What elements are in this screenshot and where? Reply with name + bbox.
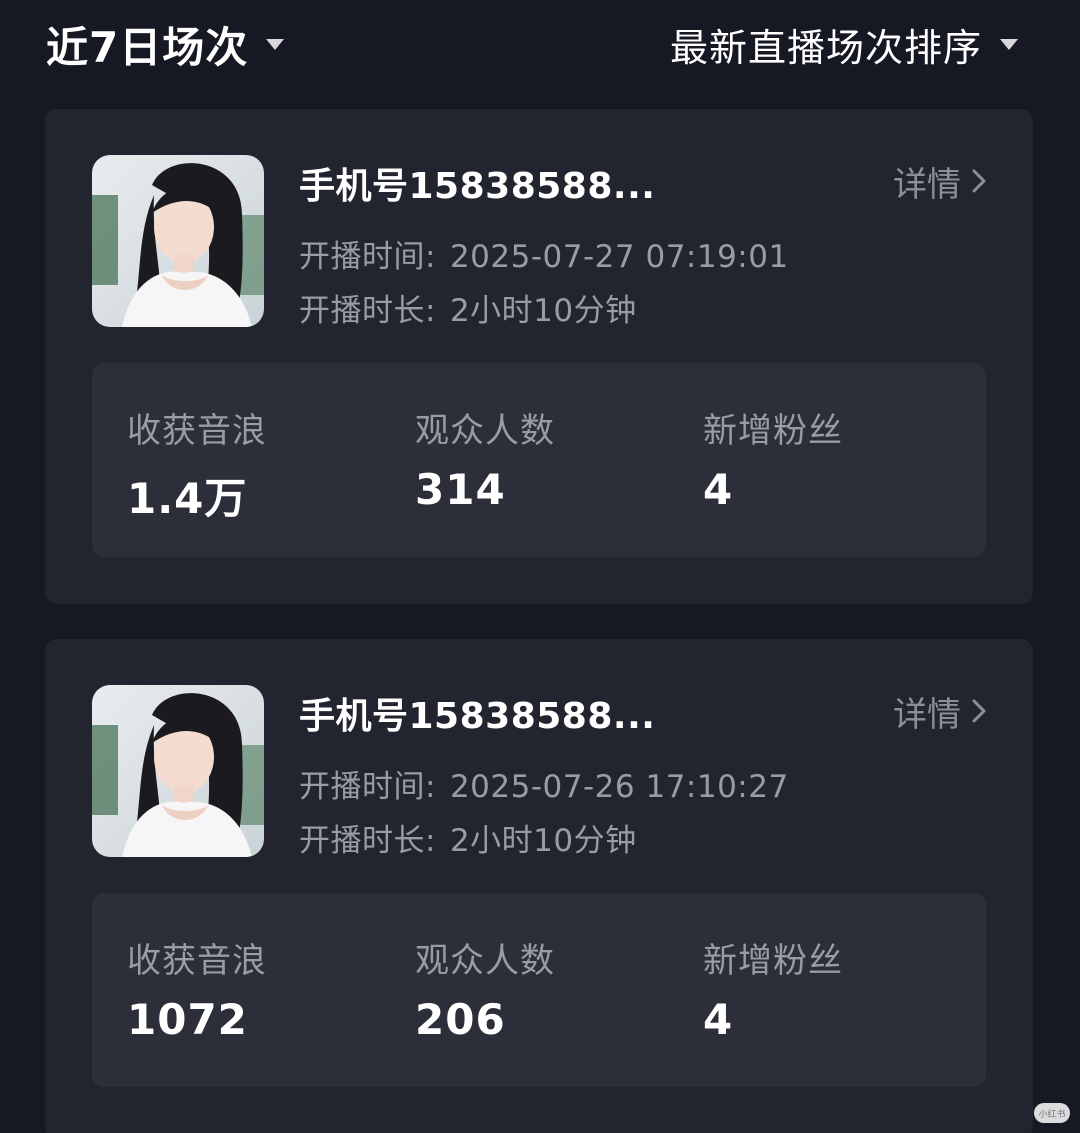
stat-label: 观众人数: [415, 941, 555, 981]
date-range-dropdown[interactable]: 近7日场次: [46, 14, 285, 74]
stat-label: 收获音浪: [127, 941, 267, 981]
watermark-logo: 小红书: [1034, 1103, 1070, 1123]
duration-value: 2小时10分钟: [449, 823, 637, 859]
filter-bar: 近7日场次 最新直播场次排序: [0, 0, 1080, 90]
start-time-label: 开播时间:: [299, 769, 436, 805]
sort-order-label: 最新直播场次排序: [669, 25, 982, 70]
stat-value: 314: [415, 465, 506, 514]
duration-value: 2小时10分钟: [449, 293, 637, 329]
chevron-right-icon: [971, 698, 987, 724]
chevron-right-icon: [971, 168, 987, 194]
stats-panel: 收获音浪 1.4万 观众人数 314 新增粉丝 4: [92, 363, 986, 557]
stats-panel: 收获音浪 1072 观众人数 206 新增粉丝 4: [92, 893, 986, 1087]
streamer-name: 手机号15838588...: [299, 696, 656, 737]
session-card[interactable]: 手机号15838588... 详情 开播时间: 2025-07-26 17:10:…: [45, 639, 1033, 1133]
stat-label: 收获音浪: [127, 411, 267, 451]
stat-label: 新增粉丝: [703, 411, 843, 451]
streamer-name: 手机号15838588...: [299, 166, 656, 207]
caret-down-icon: [1000, 38, 1018, 50]
detail-link[interactable]: 详情: [893, 159, 987, 205]
session-card[interactable]: 手机号15838588... 详情 开播时间: 2025-07-27 07:19:…: [45, 109, 1033, 604]
start-time-label: 开播时间:: [299, 239, 436, 275]
sort-order-dropdown[interactable]: 最新直播场次排序: [670, 14, 1018, 74]
stat-label: 新增粉丝: [703, 941, 843, 981]
live-sessions-page: 近7日场次 最新直播场次排序 手机号15838588... 详情 开播时间: 2…: [0, 0, 1080, 1133]
stat-value: 206: [415, 995, 506, 1044]
date-range-label: 近7日场次: [46, 22, 249, 72]
stat-label: 观众人数: [415, 411, 555, 451]
stat-value: 1072: [127, 995, 248, 1044]
stat-value: 1.4万: [127, 474, 248, 523]
duration-label: 开播时长:: [299, 823, 436, 859]
start-time-value: 2025-07-27 07:19:01: [449, 239, 789, 275]
avatar: [92, 685, 264, 857]
stat-value: 4: [703, 995, 734, 1044]
stat-value: 4: [703, 465, 734, 514]
caret-down-icon: [266, 38, 285, 50]
start-time-row: 开播时间: 2025-07-26 17:10:27: [299, 761, 789, 806]
detail-label: 详情: [893, 694, 961, 735]
detail-link[interactable]: 详情: [893, 689, 987, 735]
start-time-row: 开播时间: 2025-07-27 07:19:01: [299, 231, 789, 276]
duration-row: 开播时长: 2小时10分钟: [299, 285, 637, 330]
duration-row: 开播时长: 2小时10分钟: [299, 815, 637, 860]
duration-label: 开播时长:: [299, 293, 436, 329]
detail-label: 详情: [893, 164, 961, 205]
avatar: [92, 155, 264, 327]
start-time-value: 2025-07-26 17:10:27: [449, 769, 789, 805]
